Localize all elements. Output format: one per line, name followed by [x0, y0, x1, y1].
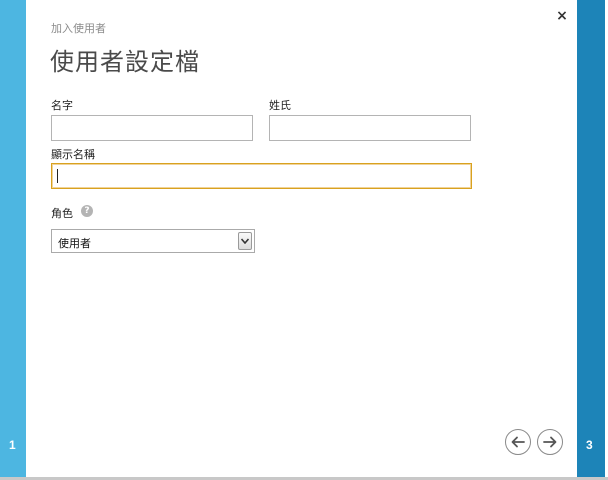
last-name-input[interactable]	[269, 115, 471, 141]
close-icon: ×	[556, 8, 568, 24]
help-symbol: ?	[84, 206, 90, 216]
current-step-number: 1	[9, 438, 16, 452]
role-selected-value: 使用者	[58, 237, 91, 250]
display-name-input[interactable]	[51, 163, 472, 189]
role-label: 角色	[51, 207, 73, 220]
chevron-down-icon[interactable]	[238, 232, 252, 250]
arrow-right-icon	[543, 436, 557, 448]
previous-button[interactable]	[505, 429, 531, 455]
next-button[interactable]	[537, 429, 563, 455]
right-step-rail[interactable]	[577, 0, 605, 478]
display-name-label: 顯示名稱	[51, 148, 95, 161]
page-title: 使用者設定檔	[50, 48, 200, 76]
close-button[interactable]: ×	[555, 8, 569, 24]
arrow-left-icon	[511, 436, 525, 448]
last-name-label: 姓氏	[269, 99, 291, 112]
first-name-input[interactable]	[51, 115, 253, 141]
breadcrumb: 加入使用者	[51, 22, 106, 35]
question-icon[interactable]: ?	[81, 205, 93, 217]
left-step-rail	[0, 0, 26, 478]
role-select[interactable]: 使用者	[51, 229, 255, 253]
next-step-number: 3	[586, 438, 593, 452]
first-name-label: 名字	[51, 99, 73, 112]
text-caret	[57, 169, 58, 183]
